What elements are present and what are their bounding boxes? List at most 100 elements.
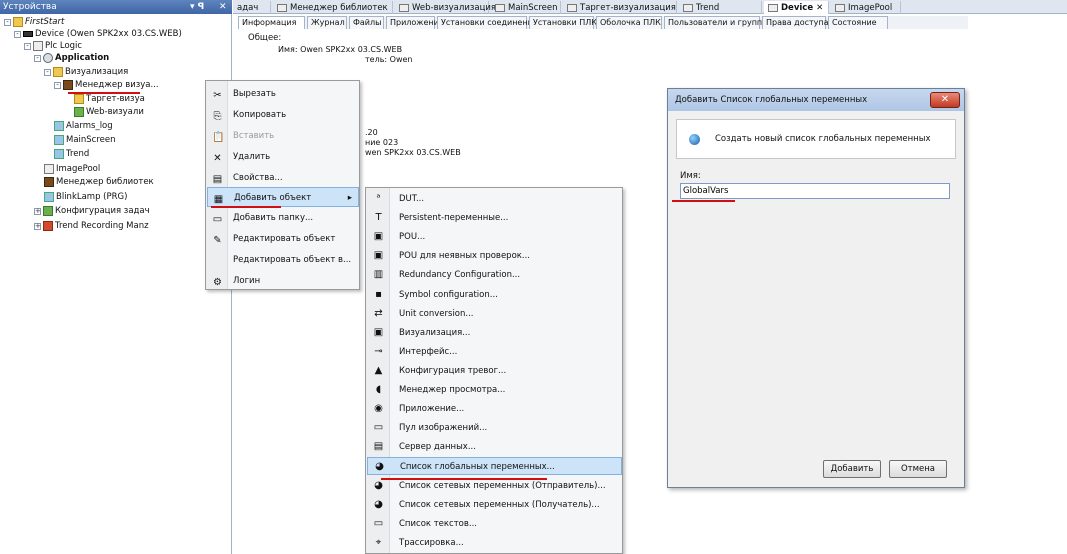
subtab-3[interactable]: Приложения bbox=[386, 16, 444, 29]
tree-node-mainscreen[interactable]: MainScreen bbox=[54, 134, 116, 146]
submenu-item-9[interactable]: ▲ Конфигурация тревог... bbox=[367, 362, 622, 380]
doc-tab-0[interactable]: адач bbox=[233, 1, 271, 14]
submenu-item-5[interactable]: ▪ Symbol configuration... bbox=[367, 286, 622, 304]
tree-node-trend-recording[interactable]: + Trend Recording Manz bbox=[34, 220, 149, 232]
expand-icon[interactable]: + bbox=[34, 222, 41, 230]
tree-node-label: Web-визуали bbox=[86, 107, 144, 117]
submenu-item-label: Трассировка... bbox=[399, 537, 464, 548]
tree-node-library-manager[interactable]: Менеджер библиотек bbox=[44, 176, 154, 188]
expand-icon[interactable]: + bbox=[34, 207, 41, 215]
globe-icon bbox=[689, 134, 700, 145]
menu-item-0[interactable]: ✂ Вырезать bbox=[207, 84, 359, 104]
pou-icon: ▣ bbox=[373, 231, 384, 243]
doc-tab-4[interactable]: Таргет-визуализация bbox=[563, 1, 677, 14]
cancel-button[interactable]: Отмена bbox=[889, 460, 947, 478]
submenu-item-11[interactable]: ◉ Приложение... bbox=[367, 400, 622, 418]
dialog-description: Создать новый список глобальных переменн… bbox=[715, 134, 931, 144]
tree-node-trend[interactable]: Trend bbox=[54, 148, 89, 160]
tree-node-imagepool[interactable]: ImagePool bbox=[44, 163, 100, 175]
menu-item-label: Вырезать bbox=[233, 89, 276, 99]
annotation-underline bbox=[211, 206, 281, 208]
subtab-5[interactable]: Установки ПЛК bbox=[529, 16, 597, 29]
submenu-item-13[interactable]: ▤ Сервер данных... bbox=[367, 438, 622, 456]
menu-item-1[interactable]: ⎘ Копировать bbox=[207, 105, 359, 125]
tree-node-web-visu[interactable]: Web-визуали bbox=[74, 106, 144, 118]
submenu-item-label: Визуализация... bbox=[399, 327, 471, 338]
subtab-4[interactable]: Установки соединения bbox=[437, 16, 538, 29]
tree-node-alarms-log[interactable]: Alarms_log bbox=[54, 120, 113, 132]
submenu-item-4[interactable]: ▥ Redundancy Configuration... bbox=[367, 266, 622, 284]
subtab-7[interactable]: Пользователи и группы bbox=[664, 16, 768, 29]
info-line3: .20 bbox=[365, 128, 378, 137]
tree-node-visualization-folder[interactable]: - Визуализация bbox=[44, 66, 128, 78]
collapse-icon[interactable]: - bbox=[24, 42, 31, 50]
info-vendor: тель: Owen bbox=[365, 55, 413, 64]
submenu-item-6[interactable]: ⇄ Unit conversion... bbox=[367, 305, 622, 323]
tree-node-icon bbox=[33, 41, 43, 51]
menu-item-5[interactable]: ▦ Добавить объект ▸ bbox=[207, 187, 359, 207]
subtab-1[interactable]: Журнал bbox=[307, 16, 347, 29]
tree-node-label: Конфигурация задач bbox=[55, 206, 150, 216]
subtab-6[interactable]: Оболочка ПЛК bbox=[596, 16, 662, 29]
panel-pin-icon[interactable]: ▾ ꟼ bbox=[190, 0, 204, 14]
submenu-item-16[interactable]: ◕ Список сетевых переменных (Получатель).… bbox=[367, 496, 622, 514]
name-input[interactable] bbox=[680, 183, 950, 199]
collapse-icon[interactable]: - bbox=[14, 30, 21, 38]
doc-tab-label: ImagePool bbox=[848, 2, 893, 13]
menu-item-6[interactable]: ▭ Добавить папку... bbox=[207, 208, 359, 228]
doc-tab-2[interactable]: Web-визуализация bbox=[395, 1, 496, 14]
submenu-item-label: Redundancy Configuration... bbox=[399, 270, 521, 281]
submenu-item-7[interactable]: ▣ Визуализация... bbox=[367, 324, 622, 342]
submenu-item-0[interactable]: ᵃ DUT... bbox=[367, 190, 622, 208]
panel-close-icon[interactable]: ✕ bbox=[219, 0, 227, 14]
menu-item-2[interactable]: 📋 Вставить bbox=[207, 126, 359, 146]
tree-node-application[interactable]: - Application bbox=[34, 52, 109, 64]
tree-node-label: Trend Recording Manz bbox=[55, 221, 149, 231]
folder-icon: ▭ bbox=[212, 214, 223, 225]
doc-tab-7[interactable]: ImagePool bbox=[831, 1, 901, 14]
doc-tab-1[interactable]: Менеджер библиотек bbox=[273, 1, 393, 14]
submenu-item-14[interactable]: ◕ Список глобальных переменных... bbox=[367, 457, 622, 476]
submenu-item-12[interactable]: ▭ Пул изображений... bbox=[367, 419, 622, 437]
tree-node-plc-logic[interactable]: - Plc Logic bbox=[24, 40, 82, 52]
doc-tab-5[interactable]: Trend bbox=[679, 1, 762, 14]
menu-item-9[interactable]: ⚙ Логин bbox=[207, 271, 359, 291]
tree-node-label: Визуализация bbox=[65, 67, 129, 77]
subtab-0[interactable]: Информация bbox=[238, 16, 305, 29]
annotation-underline bbox=[381, 478, 547, 480]
submenu-item-18[interactable]: ⌖ Трассировка... bbox=[367, 534, 622, 552]
submenu-item-3[interactable]: ▣ POU для неявных проверок... bbox=[367, 247, 622, 265]
collapse-icon[interactable]: - bbox=[34, 54, 41, 62]
menu-item-7[interactable]: ✎ Редактировать объект bbox=[207, 229, 359, 249]
subtab-8[interactable]: Права доступа bbox=[762, 16, 829, 29]
add-button[interactable]: Добавить bbox=[823, 460, 881, 478]
menu-item-4[interactable]: ▤ Свойства... bbox=[207, 168, 359, 188]
dialog-close-button[interactable]: ✕ bbox=[930, 92, 960, 108]
tree-node-blinklamp[interactable]: BlinkLamp (PRG) bbox=[44, 191, 127, 203]
subtab-9[interactable]: Состояние bbox=[828, 16, 888, 29]
submenu-item-8[interactable]: ⊸ Интерфейс... bbox=[367, 343, 622, 361]
tree-node-target-visu[interactable]: Таргет-визуа bbox=[74, 93, 145, 105]
submenu-item-label: Persistent-переменные... bbox=[399, 213, 509, 224]
tree-node-icon bbox=[54, 135, 64, 145]
tree-node-task-config[interactable]: + Конфигурация задач bbox=[34, 205, 150, 217]
doc-tab-3[interactable]: MainScreen bbox=[491, 1, 561, 14]
name-label: Имя: bbox=[680, 171, 701, 181]
collapse-icon[interactable]: - bbox=[4, 18, 11, 26]
collapse-icon[interactable]: - bbox=[44, 68, 51, 76]
subtab-2[interactable]: Файлы bbox=[349, 16, 384, 29]
tree-node-visu-manager[interactable]: - Менеджер визуа... bbox=[54, 79, 159, 91]
menu-item-8[interactable]: Редактировать объект в... bbox=[207, 250, 359, 270]
close-tab-icon[interactable]: ✕ bbox=[816, 2, 823, 14]
tree-node-firststart[interactable]: - FirstStart bbox=[4, 16, 64, 28]
submenu-item-17[interactable]: ▭ Список текстов... bbox=[367, 515, 622, 533]
submenu-item-1[interactable]: T Persistent-переменные... bbox=[367, 209, 622, 227]
menu-item-3[interactable]: ✕ Удалить bbox=[207, 147, 359, 167]
submenu-item-10[interactable]: ◖ Менеджер просмотра... bbox=[367, 381, 622, 399]
submenu-item-label: Интерфейс... bbox=[399, 346, 458, 357]
doc-tab-6[interactable]: Device ✕ bbox=[764, 1, 829, 14]
tree-node-device[interactable]: - Device (Owen SPK2xx 03.CS.WEB) bbox=[14, 28, 182, 40]
submenu-item-2[interactable]: ▣ POU... bbox=[367, 228, 622, 246]
collapse-icon[interactable]: - bbox=[54, 81, 61, 89]
tree-node-icon bbox=[54, 121, 64, 131]
